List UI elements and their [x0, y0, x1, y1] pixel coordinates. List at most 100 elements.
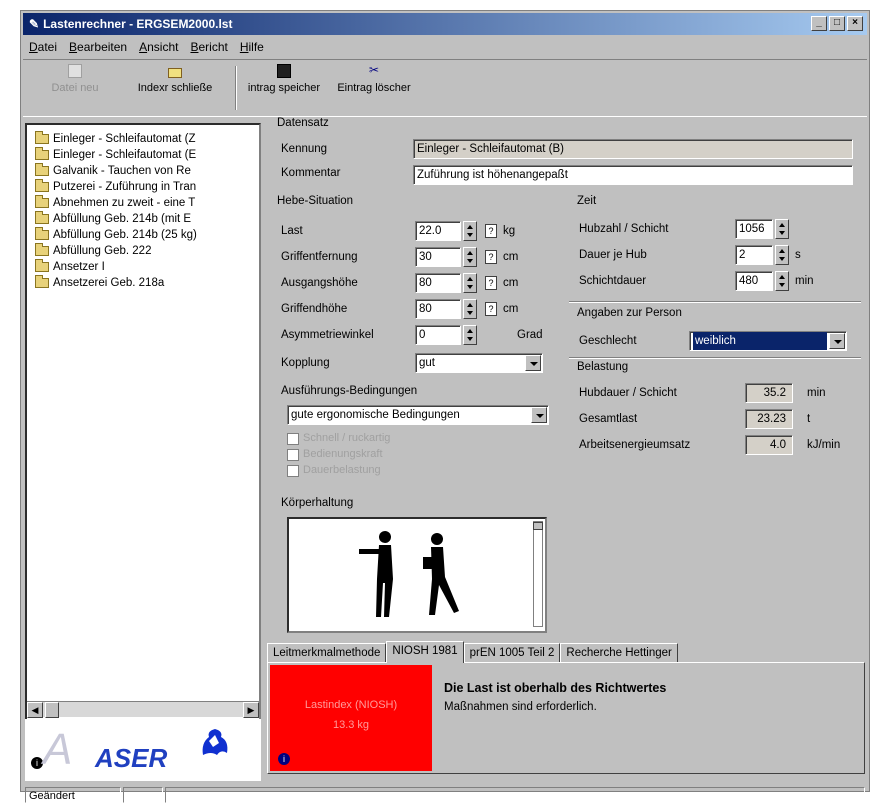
- menu-datei[interactable]: Datei: [29, 37, 57, 57]
- tab-recherche-hettinger[interactable]: Recherche Hettinger: [560, 643, 678, 663]
- tab-leitmerkmalmethode[interactable]: Leitmerkmalmethode: [267, 643, 387, 663]
- status-bar: Geändert: [23, 787, 867, 803]
- menu-ansicht[interactable]: Ansicht: [139, 37, 178, 57]
- scroll-left-button[interactable]: ◀: [27, 702, 43, 718]
- help-icon[interactable]: ?: [485, 276, 497, 290]
- dauer-je-hub-spinner[interactable]: [775, 245, 789, 265]
- folder-icon: [35, 179, 49, 192]
- dauer-je-hub-label: Dauer je Hub: [579, 249, 647, 261]
- ausgangshoehe-spinner[interactable]: [463, 273, 477, 293]
- folder-icon: [35, 195, 49, 208]
- help-icon[interactable]: ?: [485, 250, 497, 264]
- zeit-title: Zeit: [577, 195, 597, 207]
- last-spinner[interactable]: [463, 221, 477, 241]
- tree-item[interactable]: Abfüllung Geb. 214b (mit E: [35, 211, 191, 227]
- scroll-right-button[interactable]: ▶: [243, 702, 259, 718]
- divider: [569, 301, 861, 303]
- tab-pren-1005[interactable]: prEN 1005 Teil 2: [463, 643, 561, 663]
- koerperhaltung-title: Körperhaltung: [281, 497, 354, 509]
- asymmetriewinkel-input[interactable]: 0: [415, 325, 461, 345]
- help-icon[interactable]: ?: [485, 224, 497, 238]
- checkbox-dauerbelastung[interactable]: [287, 465, 299, 477]
- geschlecht-select[interactable]: weiblich: [689, 331, 847, 351]
- tree-item[interactable]: Ansetzer I: [35, 259, 105, 275]
- minimize-button[interactable]: _: [811, 16, 827, 31]
- hubzahl-input[interactable]: 1056: [735, 219, 773, 239]
- delete-entry-button[interactable]: ✂ Eintrag löscher: [329, 64, 419, 94]
- tree-item[interactable]: Einleger - Schleifautomat (E: [35, 147, 196, 163]
- kopplung-select[interactable]: gut: [415, 353, 543, 373]
- menu-bearbeiten[interactable]: Bearbeiten: [69, 37, 127, 57]
- griffentfernung-label: Griffentfernung: [281, 251, 358, 263]
- hubzahl-spinner[interactable]: [775, 219, 789, 239]
- dauer-je-hub-input[interactable]: 2: [735, 245, 773, 265]
- kommentar-field[interactable]: Zuführung ist höhenangepaßt: [413, 165, 853, 185]
- dauer-je-hub-unit: s: [795, 249, 801, 261]
- kommentar-label: Kommentar: [281, 167, 341, 179]
- title-bar[interactable]: ✎ Lastenrechner - ERGSEM2000.lst _ □ ×: [23, 13, 867, 35]
- arbeitsenergieumsatz-value: 4.0: [745, 435, 793, 455]
- ausfuehrung-title: Ausführungs-Bedingungen: [281, 385, 418, 397]
- last-input[interactable]: 22.0: [415, 221, 461, 241]
- dropdown-arrow-icon[interactable]: [829, 333, 845, 349]
- folder-icon: [168, 68, 182, 78]
- griffentfernung-input[interactable]: 30: [415, 247, 461, 267]
- folder-icon: [35, 147, 49, 160]
- help-icon[interactable]: ?: [485, 302, 497, 316]
- tree-item[interactable]: Ansetzerei Geb. 218a: [35, 275, 164, 291]
- tree-item[interactable]: Putzerei - Zuführung in Tran: [35, 179, 196, 195]
- checkbox-bedienungskraft-label: Bedienungskraft: [303, 448, 383, 460]
- menu-bar: Datei Bearbeiten Ansicht Bericht Hilfe: [23, 37, 867, 57]
- last-unit: kg: [503, 225, 516, 237]
- menu-hilfe[interactable]: Hilfe: [240, 37, 264, 57]
- tab-page: Lastindex (NIOSH) 13.3 kg i Die Last ist…: [267, 662, 865, 774]
- kennung-field[interactable]: Einleger - Schleifautomat (B): [413, 139, 853, 159]
- griffendhoehe-input[interactable]: 80: [415, 299, 461, 319]
- record-tree[interactable]: Einleger - Schleifautomat (Z Einleger - …: [25, 123, 261, 721]
- aser-logo: i A ASER: [25, 719, 261, 781]
- tree-item[interactable]: Galvanik - Tauchen von Re: [35, 163, 191, 179]
- status-text: Geändert: [25, 787, 121, 803]
- hebe-situation-title: Hebe-Situation: [277, 195, 354, 207]
- slider-thumb[interactable]: [533, 522, 543, 530]
- gesamtlast-unit: t: [807, 413, 811, 425]
- asymmetriewinkel-spinner[interactable]: [463, 325, 477, 345]
- arbeitsenergieumsatz-label: Arbeitsenergieumsatz: [579, 439, 691, 451]
- schichtdauer-spinner[interactable]: [775, 271, 789, 291]
- maximize-button[interactable]: □: [829, 16, 845, 31]
- griffendhoehe-spinner[interactable]: [463, 299, 477, 319]
- checkbox-bedienungskraft[interactable]: [287, 449, 299, 461]
- kopplung-label: Kopplung: [281, 357, 330, 369]
- checkbox-schnell[interactable]: [287, 433, 299, 445]
- tree-item[interactable]: Abfüllung Geb. 222: [35, 243, 151, 259]
- save-entry-button[interactable]: intrag speicher: [239, 64, 329, 94]
- result-text: Maßnahmen sind erforderlich.: [444, 701, 597, 713]
- close-index-button[interactable]: Indexr schließe: [123, 64, 227, 94]
- schichtdauer-input[interactable]: 480: [735, 271, 773, 291]
- menu-bericht[interactable]: Bericht: [190, 37, 227, 57]
- ausfuehrung-select[interactable]: gute ergonomische Bedingungen: [287, 405, 549, 425]
- close-button[interactable]: ×: [847, 16, 863, 31]
- tree-item[interactable]: Abnehmen zu zweit - eine T: [35, 195, 195, 211]
- info-icon[interactable]: i: [31, 757, 43, 769]
- dropdown-arrow-icon[interactable]: [531, 407, 547, 423]
- folder-icon: [35, 259, 49, 272]
- dropdown-arrow-icon[interactable]: [525, 355, 541, 371]
- scroll-thumb[interactable]: [45, 702, 59, 718]
- tree-item[interactable]: Einleger - Schleifautomat (Z: [35, 131, 196, 147]
- posture-slider[interactable]: [533, 521, 543, 627]
- result-weight: 13.3 kg: [332, 719, 370, 731]
- asymmetriewinkel-label: Asymmetriewinkel: [281, 329, 374, 341]
- griffentfernung-unit: cm: [503, 251, 519, 263]
- tree-item[interactable]: Abfüllung Geb. 214b (25 kg): [35, 227, 197, 243]
- result-index-label: Lastindex (NIOSH): [304, 699, 398, 711]
- logo-text: ASER: [95, 743, 168, 773]
- tree-horizontal-scrollbar[interactable]: ◀ ▶: [27, 701, 259, 718]
- ausgangshoehe-input[interactable]: 80: [415, 273, 461, 293]
- info-icon[interactable]: i: [278, 753, 290, 765]
- griffentfernung-spinner[interactable]: [463, 247, 477, 267]
- gesamtlast-value: 23.23: [745, 409, 793, 429]
- person-title: Angaben zur Person: [577, 307, 682, 319]
- tab-niosh-1981[interactable]: NIOSH 1981: [386, 641, 464, 663]
- new-entry-button[interactable]: Datei neu: [35, 64, 115, 94]
